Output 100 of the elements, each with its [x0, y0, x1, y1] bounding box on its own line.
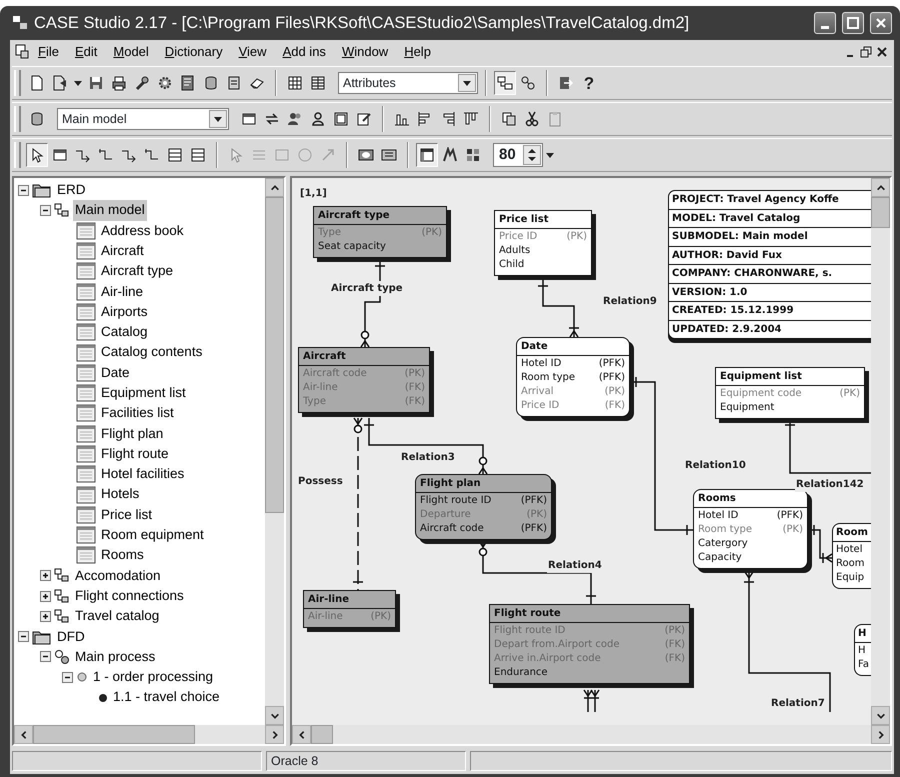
attribute-key: (PK): [782, 523, 803, 537]
horizontal-scrollbar[interactable]: [292, 725, 890, 744]
dropdown[interactable]: Main model: [57, 108, 229, 130]
tree-item[interactable]: Hotels: [99, 484, 142, 505]
scroll-up-button[interactable]: [871, 178, 890, 197]
menu-item[interactable]: Add ins: [274, 41, 334, 63]
attribute-key: (PFK): [598, 357, 625, 371]
tree-item[interactable]: ERD: [55, 180, 88, 200]
menu-item[interactable]: View: [230, 41, 275, 63]
scrollbar-thumb[interactable]: [871, 197, 890, 228]
tree-item[interactable]: Airports: [99, 302, 150, 322]
scroll-down-button[interactable]: [265, 706, 284, 725]
tree-item[interactable]: Travel catalog: [73, 606, 162, 626]
horizontal-scrollbar[interactable]: [14, 725, 284, 744]
tree-item[interactable]: Main process: [73, 646, 158, 668]
chevron-up-icon: [876, 182, 886, 192]
tree-item[interactable]: Main model: [73, 200, 147, 221]
entity-title: Price list: [495, 211, 591, 229]
collapse-icon[interactable]: [18, 184, 29, 196]
spin-button[interactable]: [523, 145, 541, 165]
menu-item[interactable]: File: [30, 41, 67, 63]
menu-item[interactable]: Dictionary: [156, 41, 231, 63]
tree-item[interactable]: Flight connections: [73, 586, 186, 606]
attribute-key: (FK): [604, 399, 625, 413]
restore-button[interactable]: [858, 44, 874, 60]
scroll-left-button[interactable]: [14, 725, 33, 744]
caret-icon: [463, 80, 471, 86]
collapse-icon[interactable]: [40, 204, 51, 216]
scrollbar-thumb[interactable]: [311, 725, 334, 744]
attribute-name: Arrive in.Airport code: [494, 652, 601, 666]
grip-handle[interactable]: [14, 106, 21, 132]
expand-icon[interactable]: [40, 590, 51, 602]
tree-item[interactable]: Address book: [99, 220, 186, 241]
menu-item[interactable]: Help: [396, 41, 439, 63]
grip-handle[interactable]: [14, 142, 21, 168]
attribute-name: Air-line: [303, 381, 338, 395]
tree-item[interactable]: Facilities list: [99, 403, 176, 424]
tree-item[interactable]: Accomodation: [73, 566, 163, 586]
chevron-left-icon: [296, 730, 306, 740]
grip-handle[interactable]: [14, 70, 21, 96]
printer-icon: [111, 75, 127, 91]
collapse-icon[interactable]: [62, 672, 73, 683]
attribute-key: (FK): [664, 638, 685, 652]
tree-item[interactable]: Rooms: [99, 545, 146, 566]
tree-item[interactable]: Equipment list: [99, 382, 188, 404]
tree-item[interactable]: 1.1 - travel choice: [111, 687, 222, 708]
attribute-name: Equip: [836, 571, 864, 585]
scroll-left-button[interactable]: [292, 725, 311, 744]
circle-icon: [76, 671, 88, 684]
tree-item[interactable]: 1 - order processing: [91, 667, 216, 688]
table-icon: [167, 147, 183, 163]
tree-item[interactable]: Hotel facilities: [99, 464, 186, 484]
tree-item[interactable]: Aircraft type: [99, 261, 176, 282]
collapse-icon[interactable]: [18, 631, 29, 642]
scroll-down-button[interactable]: [871, 706, 890, 725]
tree-item[interactable]: Flight plan: [99, 424, 166, 444]
tree-item[interactable]: Flight route: [99, 444, 171, 464]
vertical-scrollbar[interactable]: [871, 178, 890, 725]
table-icon: [190, 147, 206, 163]
scroll-right-button[interactable]: [265, 725, 284, 744]
collapse-icon[interactable]: [40, 651, 51, 662]
expand-icon[interactable]: [40, 570, 51, 582]
scrollbar-thumb[interactable]: [33, 725, 196, 744]
scrollbar-thumb[interactable]: [265, 197, 284, 513]
door-icon: [558, 75, 574, 91]
attribute-key: (PFK): [598, 371, 625, 385]
pointer-button[interactable]: [26, 143, 48, 167]
tree-item[interactable]: DFD: [55, 626, 87, 647]
attribute-name: Air-line: [308, 610, 343, 624]
tree-item[interactable]: Catalog: [99, 322, 150, 342]
attribute-name: Hotel ID: [698, 509, 738, 523]
tree-item[interactable]: Date: [99, 362, 132, 383]
minimize-button[interactable]: [814, 12, 836, 34]
menu-item[interactable]: Window: [334, 41, 396, 63]
scroll-up-button[interactable]: [265, 178, 284, 197]
dropdown[interactable]: Attributes: [338, 72, 478, 94]
tree-item[interactable]: Catalog contents: [99, 342, 204, 363]
vertical-scrollbar[interactable]: [265, 178, 284, 725]
arrow-icon: [320, 147, 336, 163]
help-button[interactable]: ?: [578, 71, 600, 95]
tree-item[interactable]: Price list: [99, 504, 154, 526]
attribute-name: Price ID: [521, 399, 560, 413]
tree-item[interactable]: Air-line: [99, 282, 146, 302]
close-button[interactable]: [870, 12, 892, 34]
chevron-down-icon: [270, 710, 280, 720]
tree-item[interactable]: Aircraft: [99, 240, 146, 262]
tree-item[interactable]: Room equipment: [99, 525, 206, 546]
linked-boxes-button[interactable]: [494, 71, 516, 95]
menu-item[interactable]: Model: [105, 41, 157, 63]
app-icon: [12, 15, 28, 31]
document-arrow-icon: [52, 75, 68, 91]
window-button[interactable]: [416, 143, 438, 167]
maximize-button[interactable]: [842, 12, 864, 34]
scroll-right-button[interactable]: [871, 725, 890, 744]
tiles-icon: [465, 147, 481, 163]
minimize-icon: [821, 26, 829, 28]
menu-item[interactable]: Edit: [66, 41, 106, 63]
expand-icon[interactable]: [40, 610, 51, 622]
number-field[interactable]: 80: [493, 143, 543, 167]
save-icon: [88, 75, 104, 91]
